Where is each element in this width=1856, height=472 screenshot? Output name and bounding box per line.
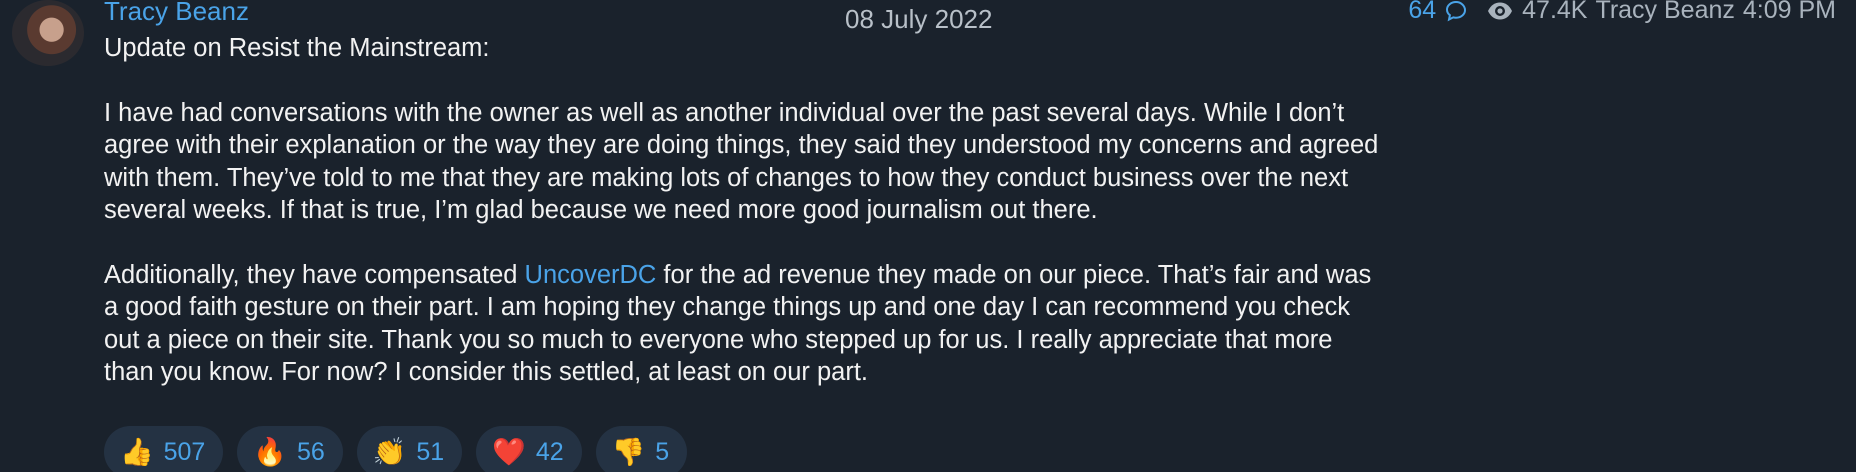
clapping-hands-icon: 👏: [372, 436, 407, 467]
date-chip: 08 July 2022: [845, 4, 993, 34]
reaction-heart[interactable]: ❤️ 42: [476, 426, 582, 472]
thumbs-down-icon: 👎: [611, 436, 646, 467]
reaction-count: 5: [655, 437, 670, 466]
reaction-fire[interactable]: 🔥 56: [237, 426, 343, 472]
message-text: Update on Resist the Mainstream: I have …: [104, 32, 1389, 389]
post-time: 4:09 PM: [1742, 0, 1836, 24]
paragraph-text: Additionally, they have compensated: [104, 260, 525, 289]
reaction-thumbs-up[interactable]: 👍 507: [104, 426, 224, 472]
message-meta: 64 47.4K Tracy Beanz 4:09 PM: [1408, 0, 1836, 25]
reaction-count: 51: [416, 437, 445, 466]
message-paragraph: I have had conversations with the owner …: [104, 98, 1379, 225]
heart-icon: ❤️: [492, 436, 526, 467]
reaction-clap[interactable]: 👏 51: [356, 426, 463, 472]
uncoverdc-link[interactable]: UncoverDC: [525, 261, 657, 289]
reaction-count: 507: [163, 437, 206, 466]
message-view: Tracy Beanz 08 July 2022 64 47.4K Tracy …: [0, 0, 1856, 472]
reactions-bar: 👍 507 🔥 56 👏 51 ❤️ 42 👎 5: [104, 426, 688, 472]
eye-icon: [1488, 2, 1513, 19]
sender-name[interactable]: Tracy Beanz: [104, 0, 249, 27]
comment-bubble-icon[interactable]: [1444, 0, 1468, 23]
fire-icon: 🔥: [253, 436, 287, 467]
reaction-thumbs-down[interactable]: 👎 5: [595, 426, 688, 472]
post-author: Tracy Beanz: [1595, 0, 1735, 24]
reaction-count: 56: [296, 437, 325, 466]
message-title-line: Update on Resist the Mainstream:: [104, 34, 490, 62]
message-paragraph: Additionally, they have compensated Unco…: [104, 259, 1389, 389]
view-count: 47.4K: [1522, 0, 1588, 24]
avatar[interactable]: [12, 0, 84, 66]
reply-count[interactable]: 64: [1408, 0, 1436, 25]
reaction-count: 42: [535, 437, 564, 466]
thumbs-up-icon: 👍: [120, 436, 154, 467]
